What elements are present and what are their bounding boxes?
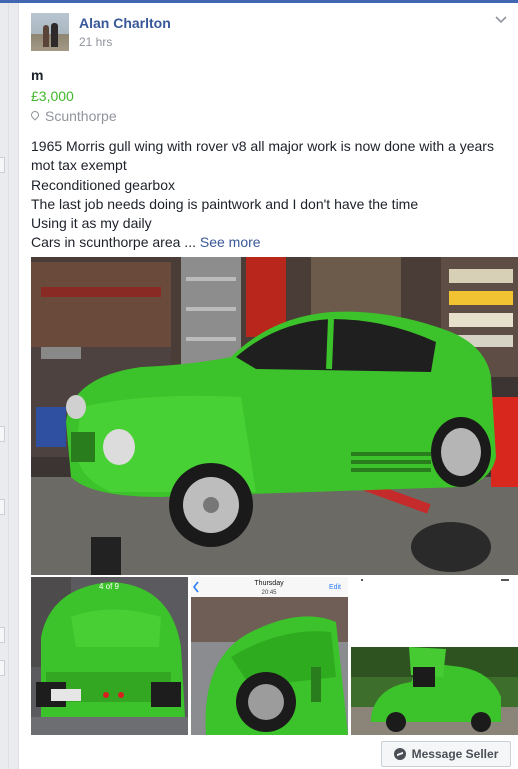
description-line: mot tax exempt xyxy=(31,157,127,174)
description-line: The last job needs doing is paintwork an… xyxy=(31,195,419,212)
sidebar-marker xyxy=(0,157,5,173)
thumbnail-3[interactable] xyxy=(351,577,518,735)
sidebar-marker xyxy=(0,660,5,676)
listing-price: £3,000 xyxy=(31,88,74,104)
thumbnail-counter: 4 of 9 xyxy=(99,582,120,591)
listing-location: Scunthorpe xyxy=(29,108,117,124)
description-line: Using it as my daily xyxy=(31,215,152,232)
post-timestamp[interactable]: 21 hrs xyxy=(79,35,112,49)
listing-description: 1965 Morris gull wing with rover v8 all … xyxy=(31,137,511,253)
description-text: Cars in scunthorpe area ... xyxy=(31,234,196,251)
message-seller-button[interactable]: Message Seller xyxy=(381,741,511,767)
location-pin-icon xyxy=(29,109,41,121)
description-line: 1965 Morris gull wing with rover v8 all … xyxy=(31,138,494,154)
avatar[interactable] xyxy=(31,13,69,51)
author-name[interactable]: Alan Charlton xyxy=(79,15,171,31)
phone-day: Thursday xyxy=(254,580,284,587)
sidebar-marker xyxy=(0,426,5,442)
thumbnail-1[interactable]: 4 of 9 xyxy=(31,577,188,735)
description-line: Reconditioned gearbox xyxy=(31,176,175,193)
see-more-link[interactable]: See more xyxy=(200,234,261,250)
listing-title: m xyxy=(31,67,44,83)
thumbnail-2[interactable]: Thursday 20:45 Edit xyxy=(191,577,348,735)
location-label: Scunthorpe xyxy=(45,108,117,124)
description-line-last: Cars in scunthorpe area ... See more xyxy=(31,233,511,252)
main-photo[interactable] xyxy=(31,257,518,575)
left-sidebar-edge xyxy=(0,3,9,769)
phone-edit[interactable]: Edit xyxy=(329,584,341,591)
marketplace-post-card: Alan Charlton 21 hrs m £3,000 Scunthorpe… xyxy=(18,3,518,769)
messenger-icon xyxy=(393,748,406,760)
message-seller-label: Message Seller xyxy=(411,747,499,761)
sidebar-marker xyxy=(0,627,5,643)
sidebar-marker xyxy=(0,499,5,515)
photo-thumbnails: 4 of 9 Thursday 20:45 Edit xyxy=(31,577,518,735)
phone-time: 20:45 xyxy=(261,590,277,596)
chevron-down-icon[interactable] xyxy=(495,13,507,27)
